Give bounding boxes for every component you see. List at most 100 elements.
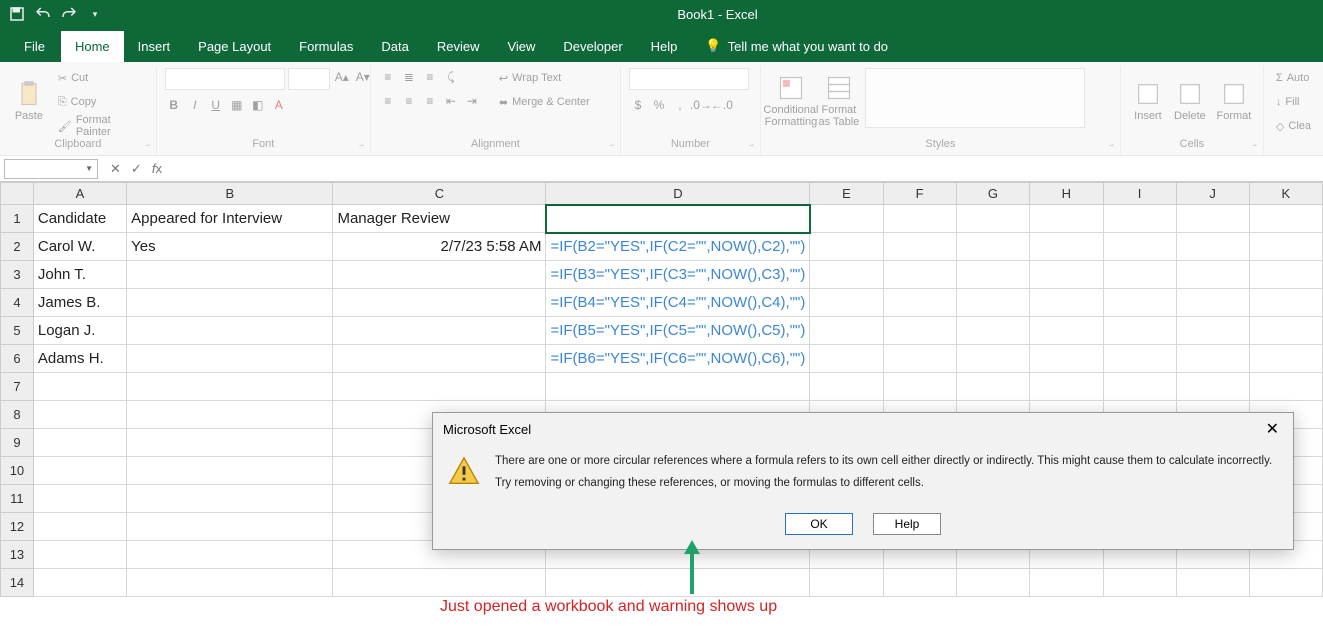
cell-A12[interactable] [33,513,126,541]
save-icon[interactable] [8,5,26,23]
cell-E7[interactable] [810,373,883,401]
cell-E3[interactable] [810,261,883,289]
cell-B12[interactable] [127,513,333,541]
cell-styles-gallery[interactable] [865,68,1085,128]
row-header-11[interactable]: 11 [1,485,34,513]
comma-icon[interactable]: , [671,96,689,114]
cell-D6[interactable]: =IF(B6="YES",IF(C6="",NOW(),C6),"") [546,345,810,373]
redo-icon[interactable] [60,5,78,23]
cell-J7[interactable] [1176,373,1249,401]
ok-button[interactable]: OK [785,513,853,535]
tab-review[interactable]: Review [423,31,494,62]
cell-B5[interactable] [127,317,333,345]
row-header-5[interactable]: 5 [1,317,34,345]
cell-A13[interactable] [33,541,126,569]
undo-icon[interactable] [34,5,52,23]
fx-icon[interactable]: fx [152,161,162,176]
format-painter-button[interactable]: 🖌Format Painter [54,116,148,136]
cell-C5[interactable] [333,317,546,345]
cell-K2[interactable] [1249,233,1322,261]
cell-E14[interactable] [810,569,883,597]
row-header-6[interactable]: 6 [1,345,34,373]
cell-A11[interactable] [33,485,126,513]
cell-K14[interactable] [1249,569,1322,597]
decrease-font-icon[interactable]: A▾ [354,68,372,86]
cell-K7[interactable] [1249,373,1322,401]
cell-C4[interactable] [333,289,546,317]
row-header-2[interactable]: 2 [1,233,34,261]
row-header-7[interactable]: 7 [1,373,34,401]
italic-button[interactable]: I [186,96,204,114]
cell-E1[interactable] [810,205,883,233]
cell-G3[interactable] [956,261,1030,289]
formula-input[interactable] [170,158,1323,180]
cell-H7[interactable] [1030,373,1103,401]
tab-formulas[interactable]: Formulas [285,31,367,62]
help-button[interactable]: Help [873,513,941,535]
cell-B7[interactable] [127,373,333,401]
cell-A5[interactable]: Logan J. [33,317,126,345]
format-cells-button[interactable]: Format [1213,68,1255,134]
cell-C14[interactable] [333,569,546,597]
row-header-9[interactable]: 9 [1,429,34,457]
clear-button[interactable]: ◇Clea [1272,116,1315,136]
cell-B10[interactable] [127,457,333,485]
cell-E2[interactable] [810,233,883,261]
close-icon[interactable]: ✕ [1262,419,1283,439]
column-header-J[interactable]: J [1176,183,1249,205]
decrease-decimal-icon[interactable]: ←.0 [713,96,731,114]
cell-F7[interactable] [883,373,956,401]
cell-D7[interactable] [546,373,810,401]
cell-I7[interactable] [1103,373,1176,401]
cell-I5[interactable] [1103,317,1176,345]
cell-B14[interactable] [127,569,333,597]
tab-file[interactable]: File [8,31,61,62]
cell-D5[interactable]: =IF(B5="YES",IF(C5="",NOW(),C5),"") [546,317,810,345]
cell-J5[interactable] [1176,317,1249,345]
cell-G4[interactable] [956,289,1030,317]
cell-D4[interactable]: =IF(B4="YES",IF(C4="",NOW(),C4),"") [546,289,810,317]
cell-F3[interactable] [883,261,956,289]
bold-button[interactable]: B [165,96,183,114]
cell-J2[interactable] [1176,233,1249,261]
cell-C6[interactable] [333,345,546,373]
chevron-down-icon[interactable]: ▼ [85,164,93,173]
format-as-table-button[interactable]: Format as Table [817,68,861,134]
indent-decrease-icon[interactable]: ⇤ [442,92,460,110]
cell-F5[interactable] [883,317,956,345]
cell-A2[interactable]: Carol W. [33,233,126,261]
row-header-13[interactable]: 13 [1,541,34,569]
border-button[interactable]: ▦ [228,96,246,114]
cell-B4[interactable] [127,289,333,317]
cell-D2[interactable]: =IF(B2="YES",IF(C2="",NOW(),C2),"") [546,233,810,261]
column-header-H[interactable]: H [1030,183,1103,205]
row-header-4[interactable]: 4 [1,289,34,317]
name-box[interactable]: ▼ [4,159,98,179]
align-bottom-icon[interactable]: ≡ [421,68,439,86]
cell-A1[interactable]: Candidate [33,205,126,233]
cell-D1[interactable] [546,205,810,233]
align-right-icon[interactable]: ≡ [421,92,439,110]
cell-H6[interactable] [1030,345,1103,373]
cell-A9[interactable] [33,429,126,457]
increase-font-icon[interactable]: A▴ [333,68,351,86]
tab-developer[interactable]: Developer [549,31,636,62]
cell-J14[interactable] [1176,569,1249,597]
cell-D3[interactable]: =IF(B3="YES",IF(C3="",NOW(),C3),"") [546,261,810,289]
cell-F6[interactable] [883,345,956,373]
cell-G1[interactable] [956,205,1030,233]
cell-J4[interactable] [1176,289,1249,317]
cell-I3[interactable] [1103,261,1176,289]
cell-H5[interactable] [1030,317,1103,345]
cell-C7[interactable] [333,373,546,401]
column-header-I[interactable]: I [1103,183,1176,205]
column-header-K[interactable]: K [1249,183,1322,205]
cell-E6[interactable] [810,345,883,373]
align-middle-icon[interactable]: ≣ [400,68,418,86]
conditional-formatting-button[interactable]: Conditional Formatting [769,68,813,134]
cell-H3[interactable] [1030,261,1103,289]
cell-K4[interactable] [1249,289,1322,317]
autosum-button[interactable]: ΣAuto [1272,68,1315,88]
cell-A3[interactable]: John T. [33,261,126,289]
cell-A10[interactable] [33,457,126,485]
